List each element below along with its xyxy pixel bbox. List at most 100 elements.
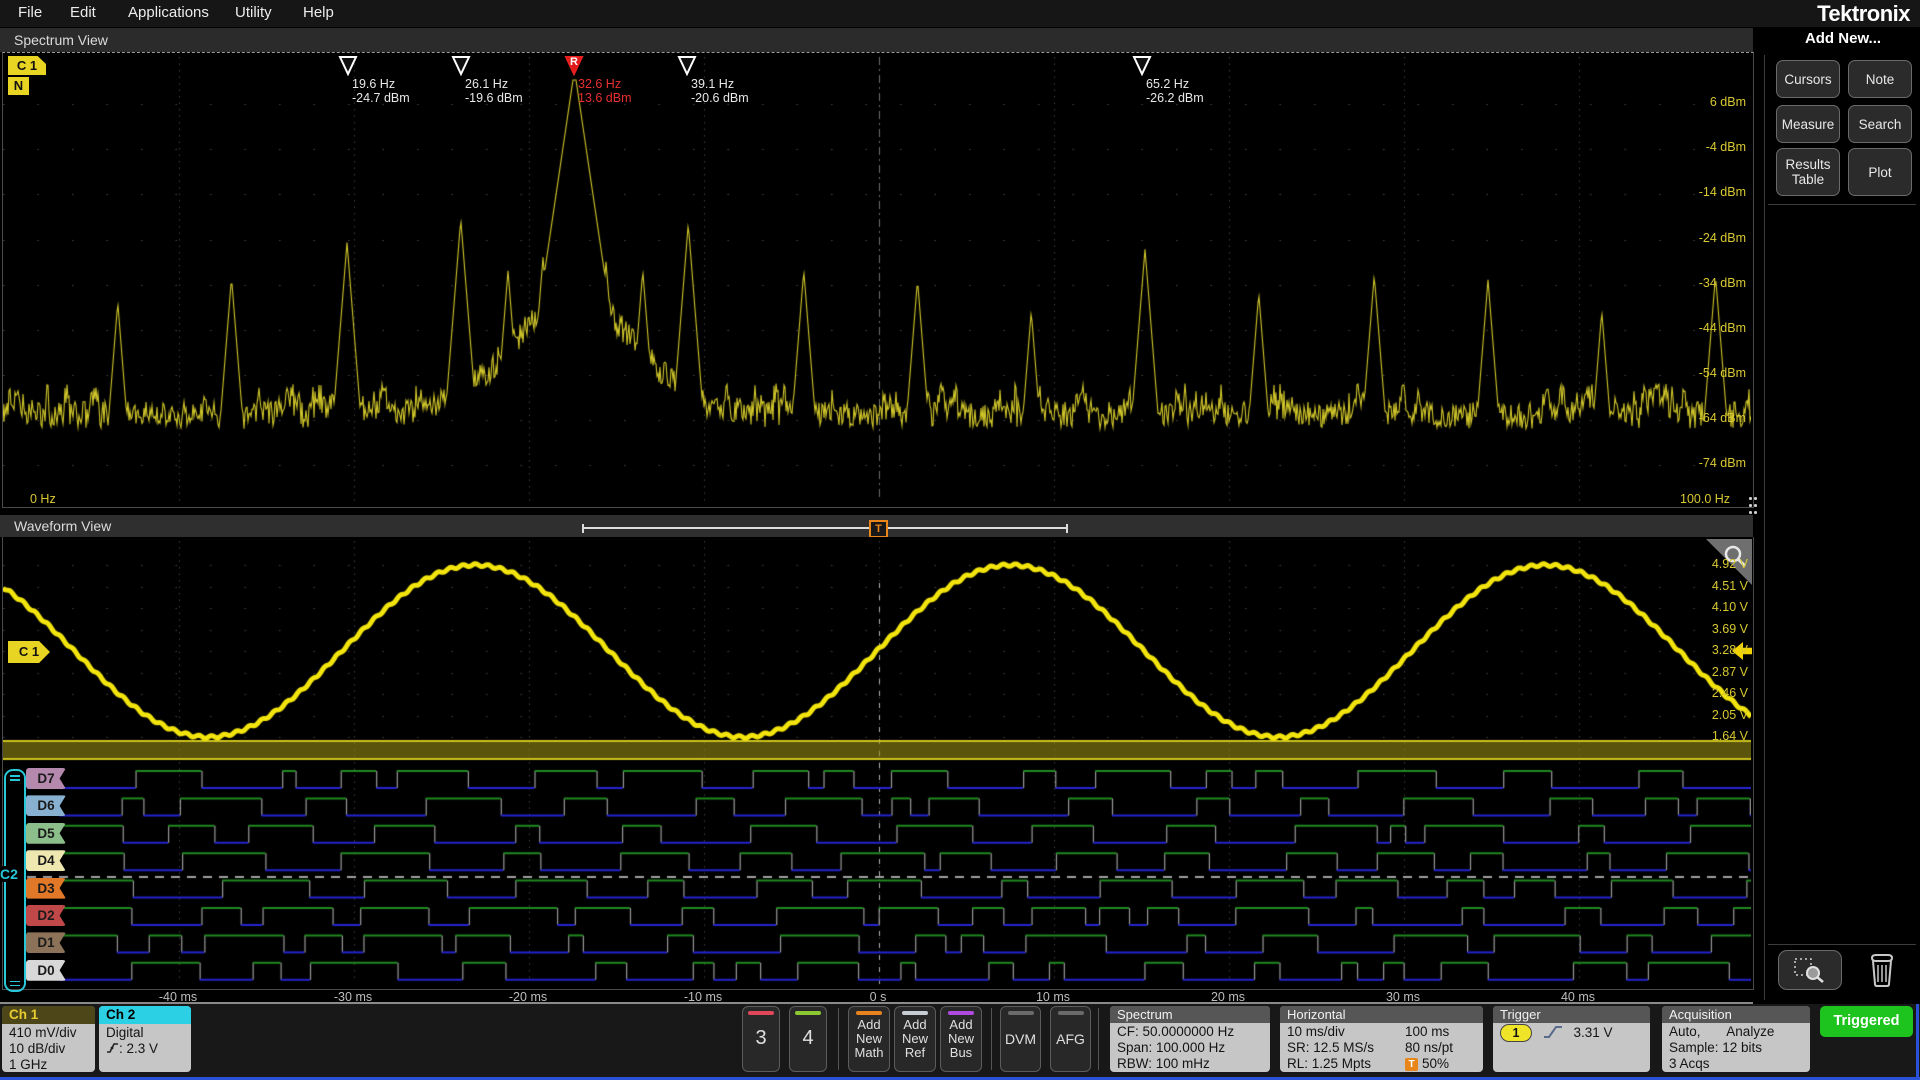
- dbm-label-2: -14 dBm: [1698, 185, 1746, 199]
- add-new-ref-button[interactable]: Add New Ref: [894, 1006, 936, 1072]
- sidebar-button-measure[interactable]: Measure: [1776, 105, 1840, 143]
- spectrum-setting-0: CF: 50.0000000 Hz: [1117, 1024, 1235, 1039]
- menu-item-edit[interactable]: Edit: [70, 4, 96, 21]
- marker-amplitude: -24.7 dBm: [352, 90, 410, 105]
- horizontal-col1: RL: 1.25 Mpts: [1287, 1056, 1372, 1071]
- peak-marker-4[interactable]: [1132, 56, 1152, 77]
- marker-amplitude: -19.6 dBm: [465, 90, 523, 105]
- acquisition-analyze: Analyze: [1726, 1024, 1775, 1039]
- voltage-label-3: 3.69 V: [1711, 622, 1748, 636]
- voltage-label-7: 2.05 V: [1711, 708, 1748, 722]
- channel-4-button[interactable]: 4: [789, 1006, 827, 1072]
- channel-2-panel[interactable]: Ch 2 Digital : 2.3 V: [99, 1006, 191, 1072]
- horizontal-col2: 80 ns/pt: [1405, 1040, 1454, 1055]
- channel-1-label: Ch 1: [2, 1006, 95, 1024]
- marker-label-0: 19.6 Hz -24.7 dBm: [352, 77, 410, 105]
- peak-marker-0[interactable]: [338, 56, 358, 77]
- voltage-label-8: 1.64 V: [1711, 729, 1748, 743]
- horizontal-col1: SR: 12.5 MS/s: [1287, 1040, 1375, 1055]
- add-new-stripe: [902, 1011, 928, 1015]
- sidebar-divider-top: [1768, 204, 1916, 205]
- dbm-label-7: -64 dBm: [1698, 411, 1746, 425]
- marker-label-1: 26.1 Hz -19.6 dBm: [465, 77, 523, 105]
- sidebar-button-cursors[interactable]: Cursors: [1776, 60, 1840, 98]
- horizontal-row-2: RL: 1.25 Mpts T 50%: [1287, 1056, 1483, 1072]
- bottombar-divider-1: [838, 1008, 839, 1070]
- waveform-trace-canvas: [3, 537, 1751, 987]
- reference-marker[interactable]: R: [564, 56, 584, 77]
- panel-resize-handle[interactable]: [1749, 497, 1757, 515]
- marker-frequency: 65.2 Hz: [1146, 77, 1190, 91]
- acquisition-sample: Sample: 12 bits: [1669, 1040, 1763, 1055]
- spectrum-x-start-label: 0 Hz: [30, 492, 56, 506]
- digital-c2-label[interactable]: C2: [0, 866, 18, 882]
- add-new-label-line: Add: [857, 1017, 881, 1032]
- menu-item-help[interactable]: Help: [303, 4, 334, 21]
- dbm-label-5: -44 dBm: [1698, 321, 1746, 335]
- dbm-label-6: -54 dBm: [1698, 366, 1746, 380]
- sidebar-button-note[interactable]: Note: [1848, 60, 1912, 98]
- peak-marker-3[interactable]: [677, 56, 697, 77]
- dvm-button[interactable]: DVM: [1000, 1006, 1041, 1072]
- sidebar-button-results-table[interactable]: Results Table: [1776, 148, 1840, 196]
- add-new-label-line: Add: [949, 1017, 973, 1032]
- spectrum-view-title: Spectrum View: [14, 32, 108, 48]
- spectrum-channel-badge[interactable]: C 1: [8, 56, 46, 75]
- spectrum-setting-1: Span: 100.000 Hz: [1117, 1040, 1226, 1055]
- waveform-view-title: Waveform View: [14, 518, 112, 534]
- horizontal-scrollbar[interactable]: [582, 524, 1068, 533]
- add-new-label-line: New: [855, 1031, 882, 1046]
- channel-1-setting-2: 1 GHz: [9, 1057, 48, 1072]
- horizontal-col2: 100 ms: [1405, 1024, 1450, 1039]
- voltage-label-5: 2.87 V: [1711, 665, 1748, 679]
- menu-item-utility[interactable]: Utility: [235, 4, 272, 21]
- voltage-label-4: 3.28 V: [1711, 643, 1748, 657]
- reference-marker-tag: R: [570, 56, 578, 68]
- spectrum-settings-header: Spectrum: [1110, 1006, 1270, 1023]
- add-new-header: Add New...: [1804, 30, 1882, 47]
- sidebar-button-plot[interactable]: Plot: [1848, 148, 1912, 196]
- channel-2-mode: Digital: [106, 1025, 144, 1040]
- add-new-label: Add New Math: [855, 1018, 884, 1060]
- trigger-settings-panel[interactable]: Trigger 1 3.31 V: [1493, 1006, 1650, 1072]
- add-new-label-line: New: [901, 1031, 928, 1046]
- tektronix-logo: Tektronix: [1817, 1, 1910, 26]
- peak-marker-1[interactable]: [451, 56, 471, 77]
- menu-item-applications[interactable]: Applications: [128, 4, 209, 21]
- spectrum-setting-2: RBW: 100 mHz: [1117, 1056, 1210, 1071]
- spectrum-x-end-label: 100.0 Hz: [1680, 492, 1731, 506]
- marker-amplitude: -20.6 dBm: [691, 90, 749, 105]
- voltage-label-2: 4.10 V: [1711, 600, 1748, 614]
- afg-label: AFG: [1056, 1031, 1085, 1047]
- spectrum-settings-panel[interactable]: Spectrum CF: 50.0000000 Hz Span: 100.000 …: [1110, 1006, 1270, 1072]
- spectrum-trace-mode-badge[interactable]: N: [8, 77, 29, 95]
- trigger-position-indicator[interactable]: T: [869, 520, 888, 538]
- horizontal-settings-panel[interactable]: Horizontal 10 ms/div 100 ms SR: 12.5 MS/s 8…: [1280, 1006, 1483, 1072]
- menu-item-file[interactable]: File: [18, 4, 42, 21]
- channel-2-threshold: : 2.3 V: [106, 1041, 191, 1057]
- channel-3-color-stripe: [748, 1011, 774, 1015]
- acquisition-mode: Auto,: [1669, 1024, 1701, 1039]
- channel-3-button[interactable]: 3: [742, 1006, 780, 1072]
- acquisition-settings-panel[interactable]: Acquisition Auto, Analyze Sample: 12 bit…: [1662, 1006, 1810, 1072]
- voltage-label-0: 4.92 V: [1711, 557, 1748, 571]
- voltage-label-1: 4.51 V: [1711, 579, 1748, 593]
- afg-button[interactable]: AFG: [1050, 1006, 1091, 1072]
- add-new-bus-button[interactable]: Add New Bus: [940, 1006, 982, 1072]
- channel-4-color-stripe: [795, 1011, 821, 1015]
- sidebar-border: [1764, 55, 1765, 1000]
- spectrum-settings-values: CF: 50.0000000 Hz Span: 100.000 Hz RBW: 10…: [1110, 1023, 1270, 1072]
- bottombar-divider-3: [1098, 1008, 1099, 1070]
- marker-frequency: 39.1 Hz: [691, 77, 735, 91]
- oscilloscope-screen: File Edit Applications Utility Help Tektroni…: [0, 0, 1920, 1080]
- marker-frequency: 32.6 Hz: [578, 77, 622, 91]
- trash-icon[interactable]: [1864, 948, 1900, 995]
- sidebar-button-search[interactable]: Search: [1848, 105, 1912, 143]
- dbm-label-4: -34 dBm: [1698, 276, 1746, 290]
- channel-1-panel[interactable]: Ch 1 410 mV/div 10 dB/div 1 GHz: [2, 1006, 95, 1072]
- spectrum-view-header[interactable]: Spectrum View: [0, 28, 1753, 52]
- marker-label-4: 65.2 Hz -26.2 dBm: [1146, 77, 1204, 105]
- add-new-math-button[interactable]: Add New Math: [848, 1006, 890, 1072]
- marker-amplitude: 13.6 dBm: [578, 90, 632, 105]
- zoom-select-button[interactable]: [1778, 950, 1842, 990]
